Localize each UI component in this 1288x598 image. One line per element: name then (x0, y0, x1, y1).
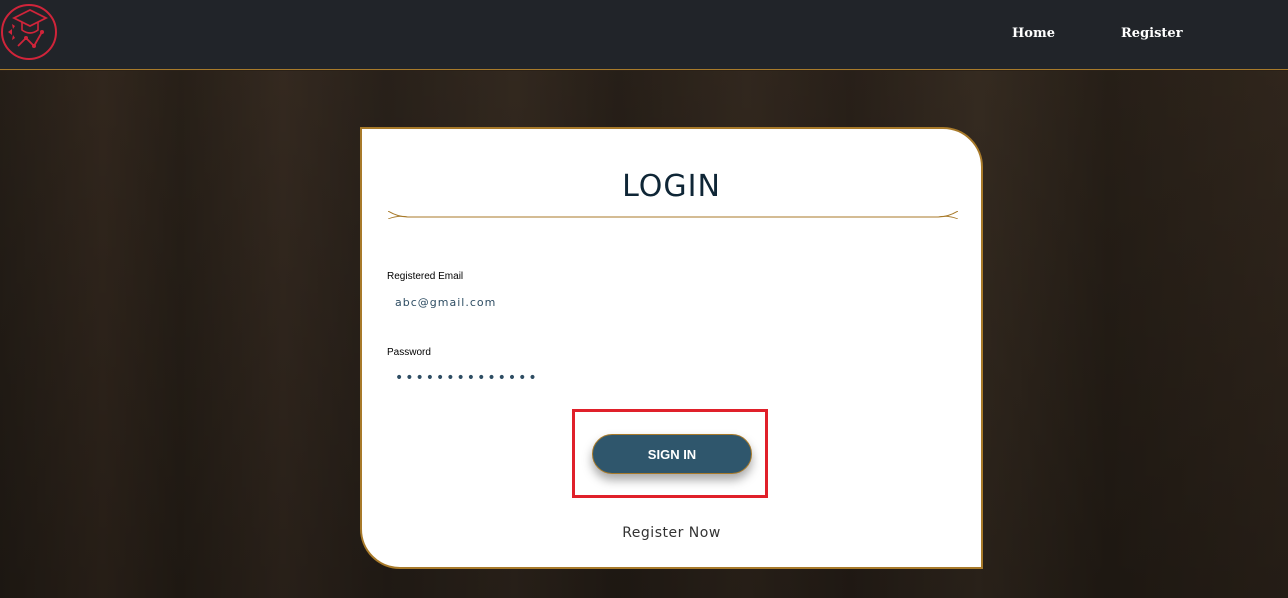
email-label: Registered Email (387, 271, 464, 282)
nav-register-link[interactable]: Register (1121, 26, 1183, 41)
password-label: Password (387, 347, 431, 358)
register-now-link[interactable]: Register Now (362, 525, 981, 541)
login-title: LOGIN (622, 169, 721, 204)
top-navbar: Home Register (0, 0, 1288, 70)
graduation-gear-logo-icon[interactable] (0, 2, 60, 62)
nav-home-link[interactable]: Home (1012, 26, 1055, 41)
login-card: LOGIN Registered Email Password SIGN IN … (360, 127, 983, 569)
password-field[interactable] (387, 365, 947, 391)
title-divider (388, 211, 958, 219)
signin-button[interactable]: SIGN IN (592, 434, 752, 474)
email-field[interactable] (387, 289, 947, 315)
